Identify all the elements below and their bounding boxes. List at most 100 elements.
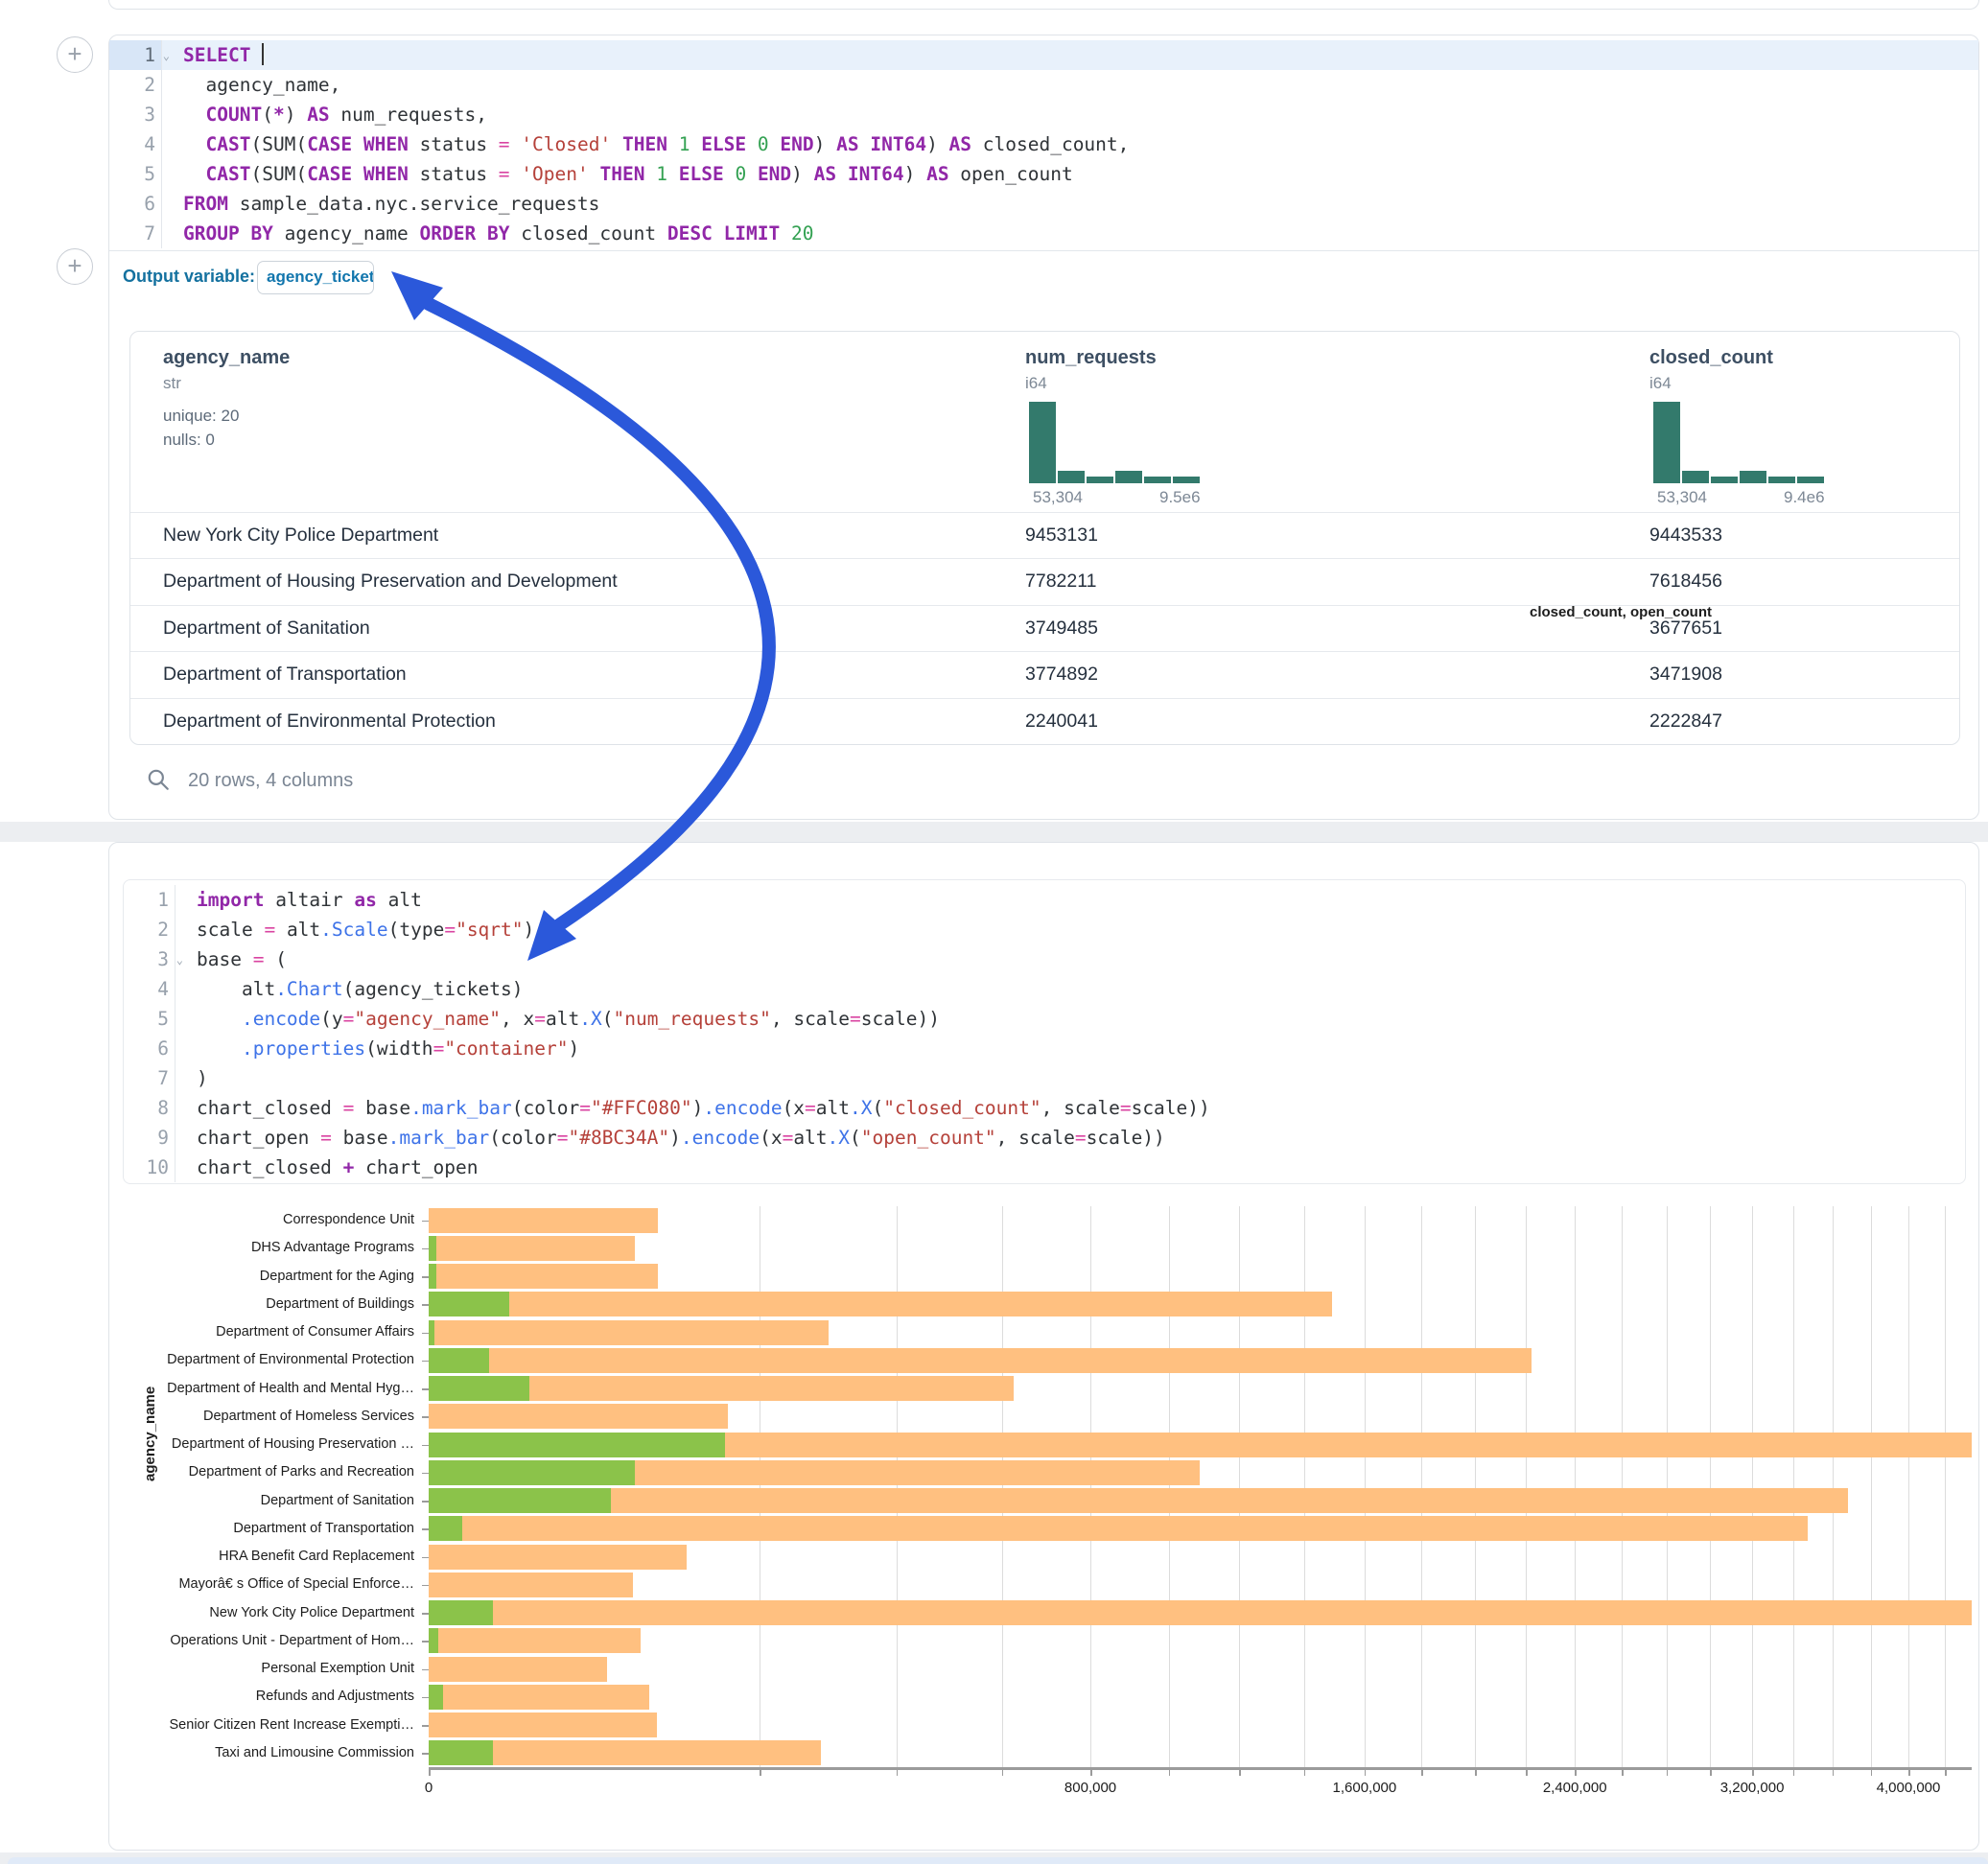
line-number: 3 — [109, 100, 161, 129]
search-icon[interactable] — [146, 767, 171, 792]
code-line: 2scale = alt.Scale(type="sqrt") — [123, 915, 1966, 944]
table-row[interactable]: Department of Housing Preservation and D… — [130, 558, 1959, 604]
bar-open-count — [429, 1516, 462, 1541]
histogram-bar — [1682, 471, 1709, 483]
gridline — [1475, 1206, 1476, 1767]
column-stat: nulls: 0 — [163, 431, 215, 450]
chart-plot-area — [429, 1206, 1972, 1767]
add-cell-button-output[interactable]: + — [57, 248, 93, 285]
x-tick — [1475, 1770, 1477, 1776]
column-header[interactable]: agency_name — [163, 347, 290, 369]
gridline — [1002, 1206, 1003, 1767]
y-axis-label: Personal Exemption Unit — [2, 1655, 414, 1683]
table-row[interactable]: New York City Police Department 9453131 94… — [130, 512, 1959, 558]
code-text: agency_name, — [161, 70, 340, 100]
bar-open-count — [429, 1433, 725, 1457]
line-number: 4 — [109, 129, 161, 159]
line-number: 4 — [123, 974, 175, 1004]
table-cell: New York City Police Department — [163, 524, 438, 547]
code-text: chart_open = base.mark_bar(color="#8BC34… — [175, 1123, 1165, 1153]
bar-closed-count — [429, 1600, 1972, 1625]
gridline — [1575, 1206, 1576, 1767]
code-line: 4 CAST(SUM(CASE WHEN status = 'Closed' T… — [109, 129, 1978, 159]
python-editor[interactable]: 1import altair as alt2scale = alt.Scale(… — [123, 885, 1966, 1182]
histogram-bar — [1144, 477, 1171, 483]
x-axis-label: 800,000 — [1033, 1780, 1148, 1796]
x-tick — [1793, 1770, 1795, 1776]
table-cell: 7782211 — [1025, 571, 1096, 593]
code-text: base = ( — [175, 944, 287, 974]
code-text: chart_closed + chart_open — [175, 1153, 479, 1182]
column-histogram — [1029, 402, 1207, 483]
column-type: i64 — [1649, 374, 1672, 393]
y-tick — [422, 1388, 429, 1390]
line-number: 5 — [123, 1004, 175, 1034]
bar-open-count — [429, 1685, 443, 1710]
y-axis-label: Department for the Aging — [2, 1263, 414, 1291]
y-axis-label: Department of Transportation — [2, 1515, 414, 1543]
results-table: agency_namestrunique: 20nulls: 0num_requ… — [129, 331, 1960, 745]
table-row[interactable]: Department of Environmental Protection22… — [130, 698, 1959, 744]
histogram-bar — [1797, 477, 1824, 483]
gridline — [1752, 1206, 1753, 1767]
gridline — [1304, 1206, 1305, 1767]
histogram-bar — [1173, 477, 1200, 483]
collapse-chevron-icon[interactable]: ⌄ — [163, 41, 170, 71]
y-tick — [422, 1276, 429, 1278]
y-tick — [422, 1613, 429, 1615]
code-line: 3⌄base = ( — [123, 944, 1966, 974]
gridline — [897, 1206, 898, 1767]
y-tick — [422, 1585, 429, 1587]
x-axis-label: 4,000,000 — [1851, 1780, 1966, 1796]
line-number: 7 — [123, 1063, 175, 1093]
sql-editor[interactable]: 1⌄SELECT 2 agency_name,3 COUNT(*) AS num… — [109, 40, 1978, 248]
bar-closed-count — [429, 1404, 728, 1429]
y-tick — [422, 1753, 429, 1755]
y-axis-label: Department of Consumer Affairs — [2, 1318, 414, 1346]
notebook-page: + + 1⌄SELECT 2 agency_name,3 COUNT(*) AS… — [0, 0, 1988, 1864]
code-text: .encode(y="agency_name", x=alt.X("num_re… — [175, 1004, 940, 1034]
column-header[interactable]: closed_count — [1649, 347, 1773, 369]
code-line: 7GROUP BY agency_name ORDER BY closed_co… — [109, 219, 1978, 248]
next-cell-edge[interactable] — [8, 1857, 1988, 1864]
column-header[interactable]: num_requests — [1025, 347, 1157, 369]
y-tick — [422, 1528, 429, 1530]
collapse-chevron-icon[interactable]: ⌄ — [176, 945, 183, 975]
table-cell: 7618456 — [1649, 571, 1722, 593]
x-tick — [1710, 1770, 1712, 1776]
x-axis-label: 3,200,000 — [1695, 1780, 1810, 1796]
code-text: COUNT(*) AS num_requests, — [161, 100, 487, 129]
gridline — [1667, 1206, 1668, 1767]
table-row-count: 20 rows, 4 columns — [188, 770, 353, 792]
histogram-bar — [1711, 477, 1738, 483]
y-axis-label: Department of Homeless Services — [2, 1403, 414, 1431]
table-cell: 9443533 — [1649, 524, 1722, 547]
y-axis-label: Operations Unit - Department of Hom… — [2, 1627, 414, 1655]
bar-closed-count — [429, 1685, 649, 1710]
y-axis-label: Department of Environmental Protection — [2, 1346, 414, 1374]
table-cell: 9453131 — [1025, 524, 1098, 547]
bar-closed-count — [429, 1657, 607, 1682]
bar-open-count — [429, 1600, 493, 1625]
add-cell-button-top[interactable]: + — [57, 36, 93, 73]
code-text: GROUP BY agency_name ORDER BY closed_cou… — [161, 219, 814, 248]
line-number: 10 — [123, 1153, 175, 1182]
x-tick — [1002, 1770, 1004, 1776]
gridline — [1622, 1206, 1623, 1767]
bar-closed-count — [429, 1348, 1532, 1373]
x-tick — [1239, 1770, 1241, 1776]
code-line: 1⌄SELECT — [109, 40, 1978, 70]
code-text: alt.Chart(agency_tickets) — [175, 974, 523, 1004]
x-tick — [1752, 1770, 1754, 1776]
table-row[interactable]: Department of Transportation377489234719… — [130, 651, 1959, 697]
code-line: 5 CAST(SUM(CASE WHEN status = 'Open' THE… — [109, 159, 1978, 189]
histogram-bar — [1653, 402, 1680, 483]
output-variable-pill[interactable]: agency_tickets — [257, 261, 374, 294]
x-axis-label: 0 — [371, 1780, 486, 1796]
table-cell: 2222847 — [1649, 711, 1722, 733]
bar-open-count — [429, 1292, 509, 1316]
bar-open-count — [429, 1236, 436, 1261]
gridline — [1710, 1206, 1711, 1767]
bar-open-count — [429, 1488, 611, 1513]
y-axis-label: Department of Parks and Recreation — [2, 1458, 414, 1486]
